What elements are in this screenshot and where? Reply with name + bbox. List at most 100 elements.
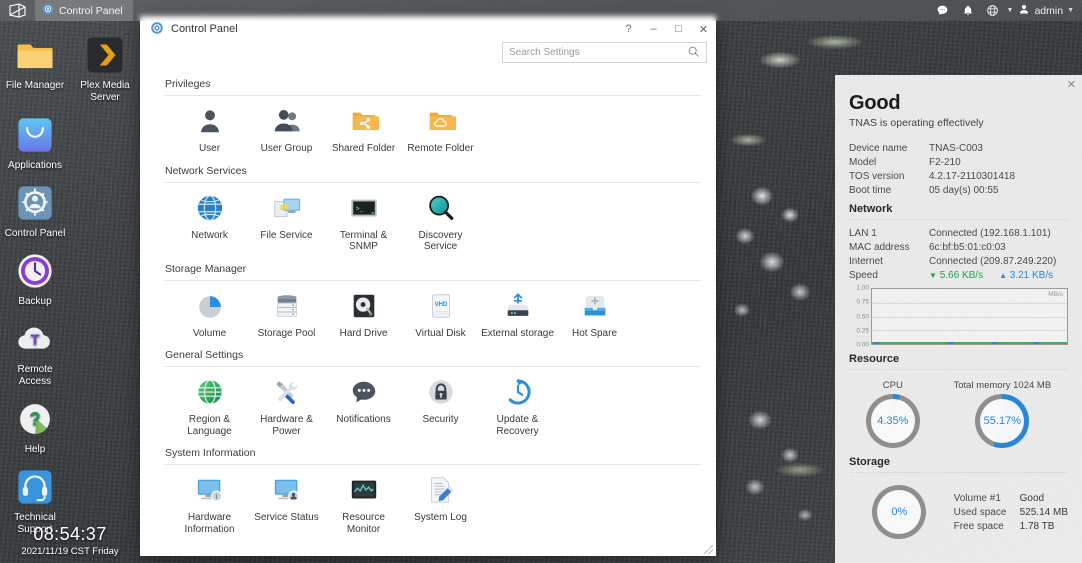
divider [849, 219, 1068, 220]
cp-item-network[interactable]: Network [171, 193, 248, 253]
memory-gauge: Total memory 1024 MB 55.17% [953, 380, 1051, 448]
desktop-icon-plex-media-server[interactable]: Plex Media Server [70, 28, 140, 108]
cp-item-hard-drive[interactable]: Hard Drive [325, 291, 402, 340]
section-items-storage-manager: Volume Storage Pool Hard Drive VHD Virtu… [149, 281, 707, 344]
memory-ring: 55.17% [975, 394, 1030, 448]
row-key: Speed [849, 269, 878, 281]
cp-item-resource-monitor[interactable]: Resource Monitor [325, 475, 402, 535]
globe-icon[interactable] [982, 0, 1004, 21]
cp-item-label: Hardware & Power [260, 414, 313, 437]
control-panel-icon [150, 21, 164, 38]
tos-logo-icon[interactable] [0, 0, 35, 21]
search-input[interactable] [509, 47, 687, 58]
cp-item-update-recovery[interactable]: Update & Recovery [479, 377, 556, 437]
cp-item-discovery-service[interactable]: Discovery Service [402, 193, 479, 253]
cp-item-file-service[interactable]: File Service [248, 193, 325, 253]
desktop-icon-remote-access[interactable]: T Remote Access [0, 312, 70, 392]
storage-value: 0% [877, 490, 922, 534]
chat-icon[interactable] [932, 0, 954, 21]
search-box[interactable] [502, 42, 707, 63]
user-menu[interactable]: admin ▼ [1016, 3, 1076, 18]
taskbar-tray: ▼ admin ▼ [932, 0, 1082, 21]
cp-item-terminal-snmp[interactable]: >_ Terminal & SNMP [325, 193, 402, 253]
desktop-icon-backup[interactable]: Backup [0, 244, 70, 312]
desktop-icon-label: Control Panel [4, 228, 66, 239]
volume-pie-icon [195, 291, 225, 321]
row-key: Boot time [849, 184, 892, 196]
cp-item-shared-folder[interactable]: Shared Folder [325, 106, 402, 155]
hot-spare-icon [580, 291, 610, 321]
row-value: 05 day(s) 00:55 [929, 184, 999, 196]
search-icon[interactable] [687, 45, 700, 61]
bell-icon[interactable] [957, 0, 979, 21]
close-icon[interactable]: ✕ [1067, 78, 1076, 91]
storage-pool-icon [272, 291, 302, 321]
desktop-icon-help[interactable]: ? Help [0, 392, 70, 460]
network-globe-icon [195, 193, 225, 223]
cp-item-label: Hot Spare [571, 327, 618, 339]
cp-item-label: Network [191, 229, 228, 241]
cp-item-label: Volume [192, 327, 227, 339]
row-key: Used space [953, 506, 1007, 518]
cp-item-hardware-power[interactable]: Hardware & Power [248, 377, 325, 437]
cp-item-storage-pool[interactable]: Storage Pool [248, 291, 325, 340]
upload-speed: ▲ 3.21 KB/s [999, 270, 1053, 281]
cp-item-system-log[interactable]: System Log [402, 475, 479, 535]
cp-item-service-status[interactable]: Service Status [248, 475, 325, 535]
storage-detail-row: Used space 525.14 MB [954, 505, 1068, 519]
arrow-down-icon: ▼ [929, 270, 937, 280]
cp-item-hot-spare[interactable]: Hot Spare [556, 291, 633, 340]
cp-item-hardware-information[interactable]: i Hardware Information [171, 475, 248, 535]
desktop-icon-file-manager[interactable]: File Manager [0, 28, 70, 108]
resource-gauges: CPU 4.35% Total memory 1024 MB 55.17% [849, 376, 1068, 450]
desktop-icon-applications[interactable]: Applications [0, 108, 70, 176]
cp-item-user-group[interactable]: User Group [248, 106, 325, 155]
cp-item-label: File Service [260, 229, 313, 241]
row-key: Free space [953, 520, 1004, 532]
chart-upload-point [948, 342, 953, 344]
cp-item-virtual-disk[interactable]: VHD Virtual Disk [402, 291, 479, 340]
section-items-system-information: i Hardware Information Service Status Re… [149, 465, 707, 539]
cp-item-label: User Group [260, 143, 313, 154]
cp-item-external-storage[interactable]: External storage [479, 291, 556, 340]
monitor-status-icon [272, 475, 302, 505]
storage-section: Storage 0% Volume #1 Good Used space 525… [835, 450, 1082, 539]
cp-item-volume[interactable]: Volume [171, 291, 248, 340]
taskbar-item-control-panel[interactable]: Control Panel [35, 0, 133, 21]
resource-heading: Resource [849, 353, 900, 365]
plex-icon [84, 34, 126, 76]
svg-text:T: T [30, 332, 39, 348]
desktop-icon-control-panel[interactable]: Control Panel [0, 176, 70, 244]
row-value: TNAS-C003 [929, 142, 983, 154]
device-info-row: Device name TNAS-C003 [849, 141, 1068, 155]
device-info-row: TOS version 4.2.17-2110301418 [849, 169, 1068, 183]
desktop-icon-label: Remote Access [17, 364, 53, 387]
resize-grip[interactable] [704, 545, 713, 554]
cp-item-label: External storage [481, 327, 554, 339]
row-value: F2-210 [929, 156, 961, 168]
cp-item-user[interactable]: User [171, 106, 248, 155]
app-store-icon [14, 114, 56, 156]
y-tick: 0.50 [856, 313, 869, 320]
cp-item-label: Update & Recovery [496, 414, 539, 437]
chevron-down-icon[interactable]: ▼ [1007, 7, 1014, 14]
control-panel-window: Control Panel ? – □ ✕ Privileges [140, 16, 716, 556]
user-group-icon [272, 106, 302, 136]
cp-item-label: Storage Pool [257, 327, 316, 339]
y-tick: 0.75 [856, 298, 869, 306]
row-key: TOS version [849, 170, 905, 182]
file-service-icon [272, 193, 302, 223]
cp-item-remote-folder[interactable]: Remote Folder [402, 106, 479, 155]
user-icon [1018, 3, 1030, 18]
desktop-icon-label: Applications [8, 160, 62, 171]
desktop-icon-label: Help [24, 444, 46, 455]
network-heading: Network [849, 203, 893, 215]
chevron-down-icon[interactable]: ▼ [1067, 7, 1074, 14]
cp-item-notifications[interactable]: Notifications [325, 377, 402, 437]
cp-item-security[interactable]: Security [402, 377, 479, 437]
storage-heading: Storage [849, 456, 890, 468]
row-value: 1.78 TB [1019, 520, 1055, 532]
headset-icon [14, 466, 56, 508]
cp-item-region-language[interactable]: Region & Language [171, 377, 248, 437]
network-section: Network LAN 1 Connected (192.168.1.101) … [835, 197, 1082, 349]
